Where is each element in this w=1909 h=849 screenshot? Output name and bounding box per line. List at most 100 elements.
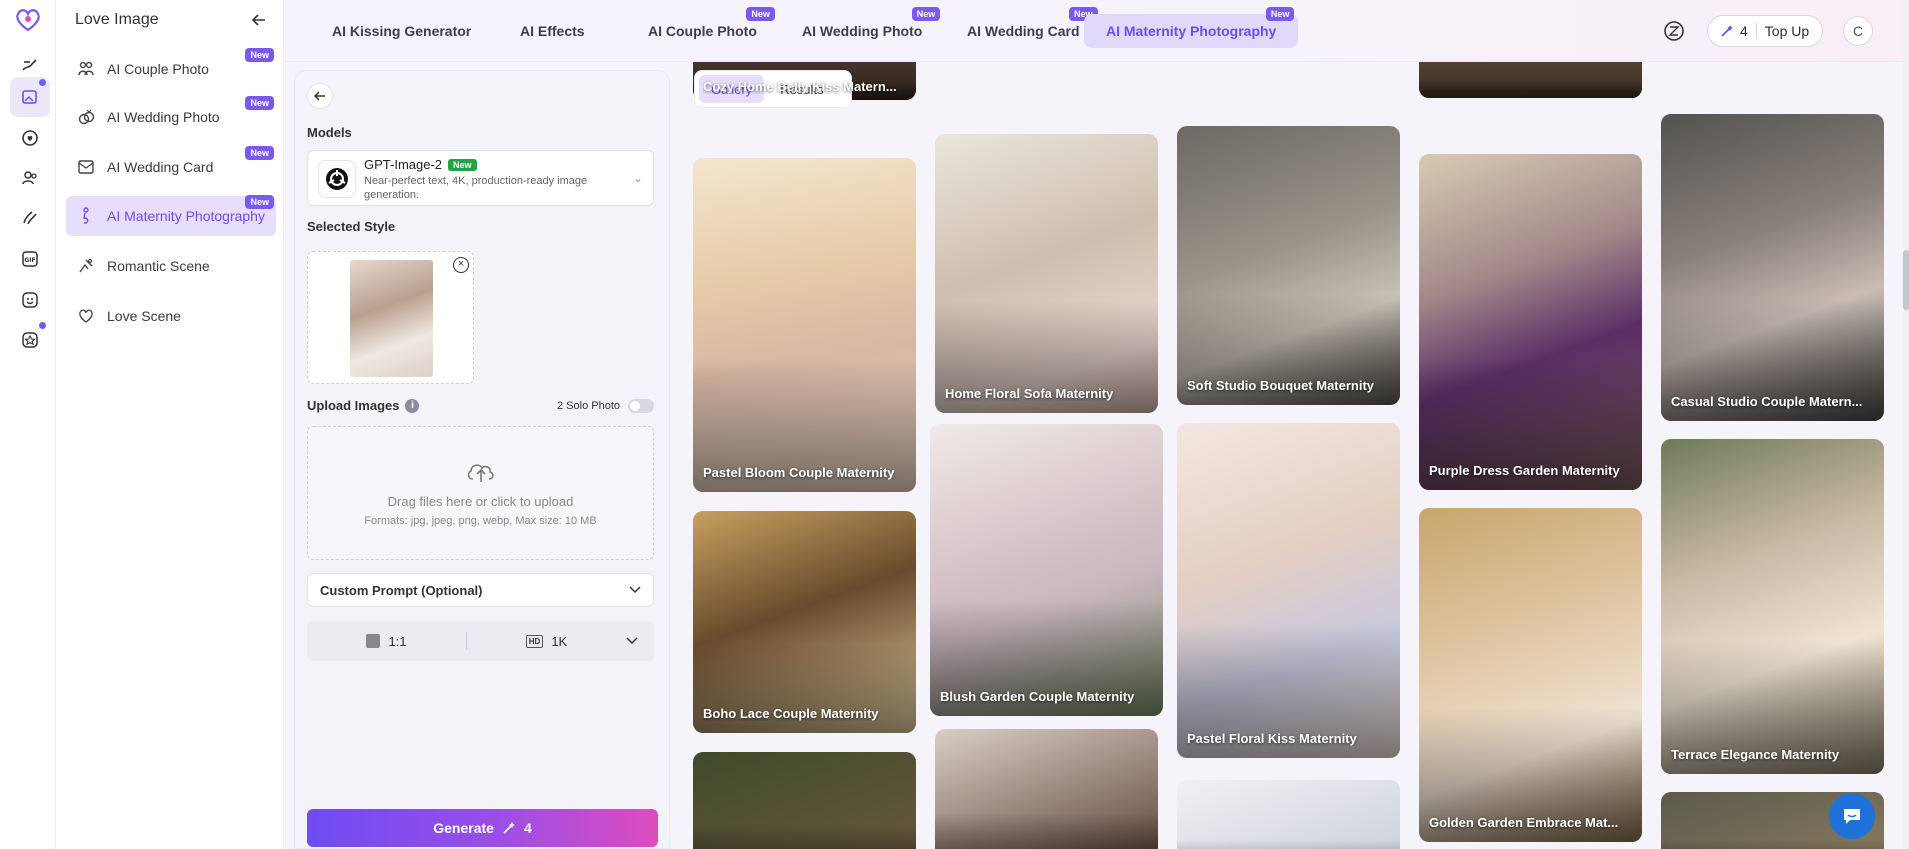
sidebar-item-wedding-photo[interactable]: AI Wedding Photo New (66, 96, 276, 137)
upload-dropzone[interactable]: Drag files here or click to upload Forma… (307, 426, 654, 560)
new-badge: New (911, 7, 941, 21)
back-button[interactable] (307, 83, 333, 109)
sidebar-item-couple-photo[interactable]: AI Couple Photo New (66, 48, 276, 89)
avatar[interactable]: C (1843, 16, 1873, 46)
svg-text:GIF: GIF (24, 257, 35, 264)
gallery-card[interactable]: Purple Dress Garden Maternity (1419, 154, 1642, 490)
model-select[interactable]: GPT-Image-2 New Near-perfect text, 4K, pr… (307, 150, 654, 206)
remove-style-button[interactable]: × (453, 257, 469, 273)
gallery-card[interactable]: Soft Studio Bouquet Maternity (1177, 126, 1400, 405)
tab-label: AI Kissing Generator (332, 23, 472, 39)
collapse-arrow-icon[interactable] (251, 12, 267, 28)
aspect-ratio-icon (366, 634, 381, 648)
gallery-card[interactable] (1177, 780, 1400, 849)
icon-rail: GIF (0, 0, 56, 849)
upload-images-label: Upload Images (307, 398, 400, 413)
app-title: Love Image (75, 11, 159, 28)
gallery-card[interactable] (935, 729, 1158, 849)
sidebar-item-label: Romantic Scene (107, 258, 210, 274)
aspect-ratio-select[interactable]: 1:1 (307, 634, 466, 649)
card-title: Casual Studio Couple Matern... (1671, 394, 1863, 409)
tab-maternity-photography[interactable]: AI Maternity Photography New (1084, 7, 1299, 48)
card-title: Blush Garden Couple Maternity (940, 689, 1135, 704)
people-icon[interactable] (10, 158, 50, 198)
topup-button[interactable]: 4 Top Up (1707, 15, 1823, 47)
magic-wand-icon (1721, 25, 1733, 37)
sidebar-item-romantic-scene[interactable]: Romantic Scene (66, 246, 276, 286)
tab-ai-effects[interactable]: AI Effects (498, 14, 607, 48)
image-edit-icon[interactable] (10, 77, 50, 117)
card-title: Terrace Elegance Maternity (1671, 747, 1840, 762)
gallery-card[interactable]: Golden Garden Embrace Mat... (1419, 508, 1642, 842)
gallery-card[interactable] (1419, 62, 1642, 98)
models-label: Models (307, 125, 352, 140)
aspect-ratio-value: 1:1 (388, 633, 407, 649)
tab-label: AI Maternity Photography (1106, 23, 1277, 39)
chevron-down-icon: ⌄ (632, 171, 643, 185)
gallery-card[interactable]: Home Floral Sofa Maternity (935, 134, 1158, 413)
new-badge: New (245, 195, 274, 209)
sidebar-item-love-scene[interactable]: Love Scene (66, 296, 276, 336)
cloud-upload-icon (467, 464, 494, 482)
gallery-card[interactable]: Pastel Bloom Couple Maternity (693, 158, 916, 492)
model-name: GPT-Image-2 (364, 157, 443, 172)
romantic-scene-icon (79, 258, 93, 273)
sidebar: Love Image AI Couple Photo New AI Weddin… (56, 0, 284, 849)
rings-icon (78, 109, 95, 125)
sidebar-item-label: Love Scene (107, 308, 181, 324)
resolution-value: 1K (551, 633, 568, 649)
gallery-card[interactable]: Pastel Floral Kiss Maternity (1177, 423, 1400, 758)
solo-photo-toggle[interactable] (628, 398, 654, 413)
tab-wedding-photo[interactable]: AI Wedding Photo New (780, 7, 944, 48)
gallery-card[interactable]: Blush Garden Couple Maternity (930, 424, 1163, 716)
maternity-icon (83, 207, 89, 224)
chevron-down-icon[interactable] (626, 637, 638, 645)
chat-heart-icon[interactable] (10, 118, 50, 158)
selected-style-preview: × (307, 251, 474, 384)
language-icon[interactable] (1663, 20, 1685, 42)
gallery: Gallery Results Cozy Home Belly Kiss Mat… (686, 62, 1903, 849)
card-icon (78, 160, 94, 174)
sidebar-item-label: AI Wedding Card (107, 159, 214, 175)
sidebar-item-wedding-card[interactable]: AI Wedding Card New (66, 146, 276, 187)
tab-wedding-card[interactable]: AI Wedding Card New (945, 7, 1102, 48)
hd-icon: HD (525, 634, 544, 648)
scrollbar-thumb[interactable] (1903, 250, 1909, 310)
resolution-select[interactable]: HD 1K (467, 634, 626, 649)
custom-prompt-label: Custom Prompt (Optional) (320, 582, 483, 598)
badge-icon[interactable] (10, 320, 50, 360)
couple-icon (78, 61, 94, 76)
openai-icon (318, 160, 356, 198)
card-title: Boho Lace Couple Maternity (703, 706, 879, 721)
face-icon[interactable] (10, 280, 50, 320)
gallery-card[interactable]: Boho Lace Couple Maternity (693, 511, 916, 733)
gallery-card[interactable] (693, 752, 916, 849)
output-options: 1:1 HD 1K (307, 621, 654, 661)
chevron-down-icon (629, 586, 641, 594)
custom-prompt-toggle[interactable]: Custom Prompt (Optional) (307, 573, 654, 607)
card-title: Home Floral Sofa Maternity (945, 386, 1114, 401)
gallery-card[interactable]: Terrace Elegance Maternity (1661, 439, 1884, 774)
new-badge: New (245, 96, 274, 110)
gif-icon[interactable]: GIF (10, 239, 50, 279)
kiss-icon[interactable] (10, 198, 50, 238)
card-title: Pastel Floral Kiss Maternity (1187, 731, 1357, 746)
tab-label: AI Wedding Card (967, 23, 1080, 39)
logo-icon[interactable] (14, 6, 42, 34)
new-badge: New (245, 146, 274, 160)
gallery-card[interactable]: Casual Studio Couple Matern... (1661, 114, 1884, 421)
tab-couple-photo[interactable]: AI Couple Photo New (626, 7, 779, 48)
scrollbar[interactable] (1903, 0, 1909, 849)
notification-dot (39, 79, 46, 86)
credits-count: 4 (1740, 23, 1748, 39)
info-icon[interactable]: i (405, 398, 420, 413)
sidebar-item-maternity[interactable]: AI Maternity Photography New (66, 195, 276, 236)
generate-button[interactable]: Generate 4 (307, 809, 658, 847)
chat-support-button[interactable] (1829, 793, 1875, 839)
new-badge: New (746, 7, 775, 21)
tab-kissing-generator[interactable]: AI Kissing Generator (310, 14, 493, 48)
generate-label: Generate (433, 820, 494, 836)
card-title: Cozy Home Belly Kiss Matern... (703, 79, 897, 94)
tab-label: AI Couple Photo (648, 23, 757, 39)
back-arrow-icon (314, 91, 325, 101)
